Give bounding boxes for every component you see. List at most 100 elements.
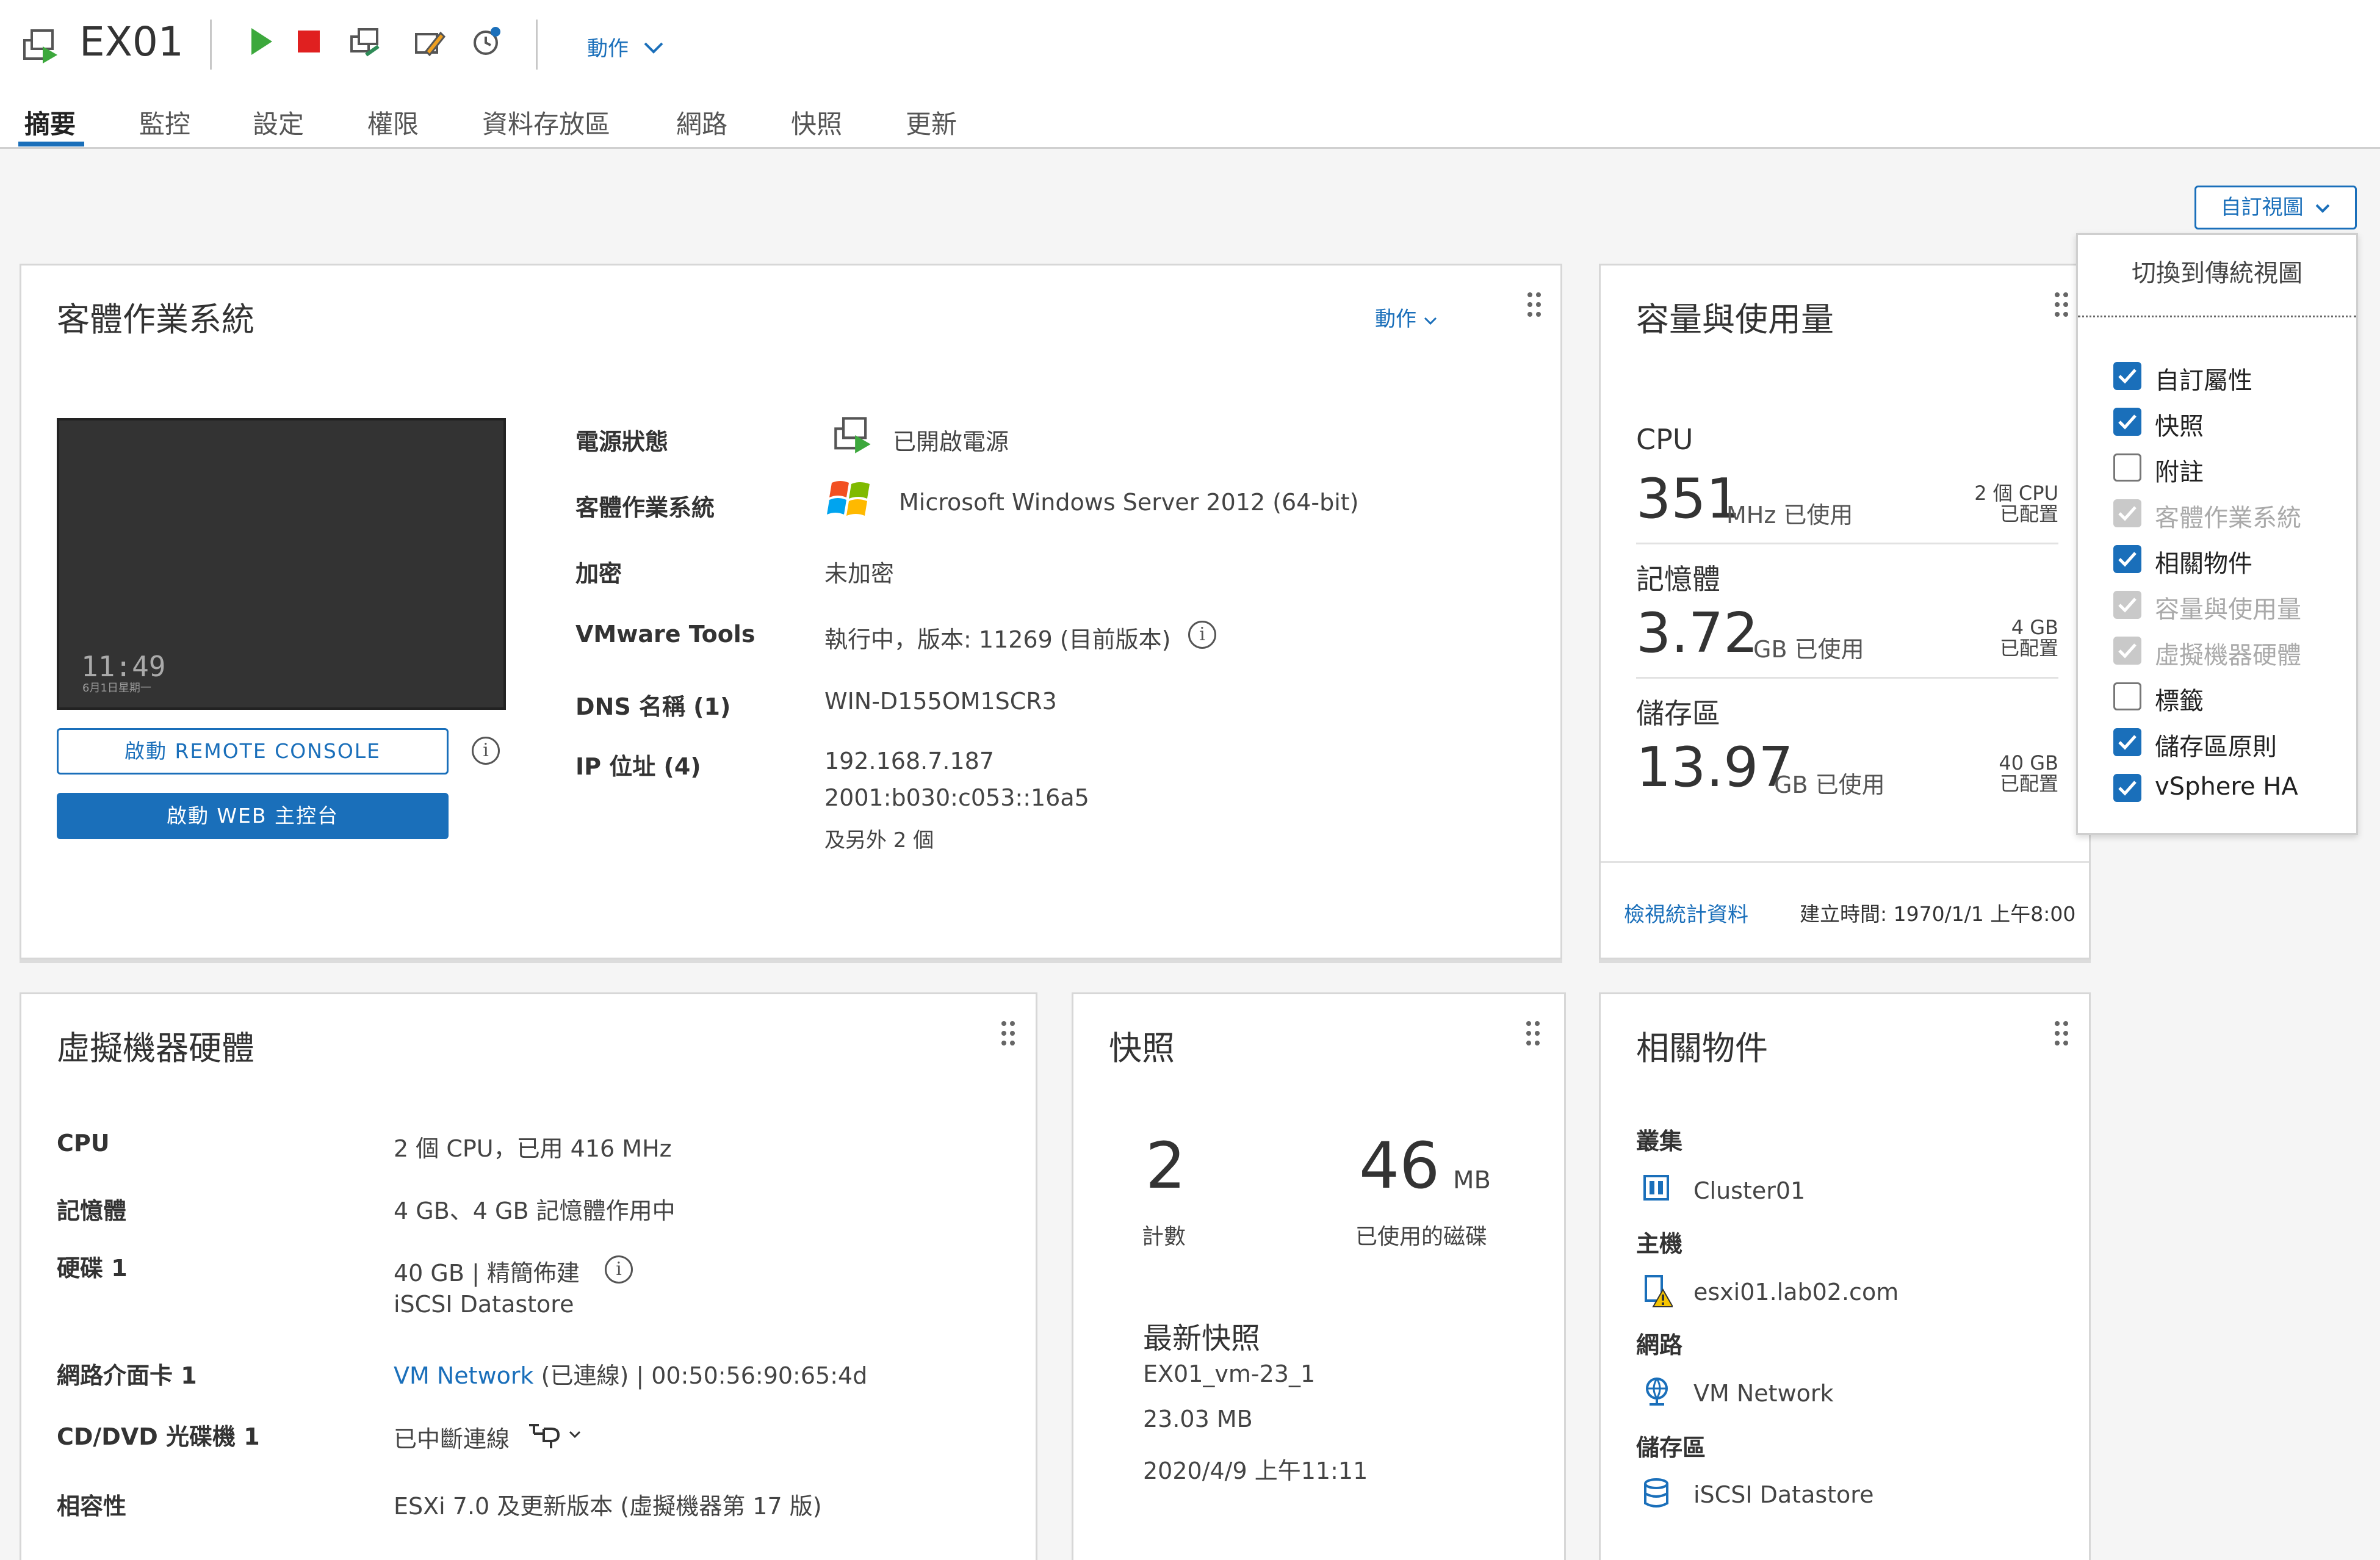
encryption-label: 加密: [575, 560, 622, 587]
divider: [1636, 677, 2058, 679]
vm-actions-label: 動作: [587, 37, 629, 61]
hw-cpu-label: CPU: [57, 1130, 110, 1157]
storage-label: 儲存區: [1636, 1434, 1706, 1461]
capacity-usage-card: 容量與使用量 CPU 351 MHz 已使用 2 個 CPU 已配置 記憶體 3…: [1599, 264, 2091, 959]
storage-usage-title: 儲存區: [1636, 697, 1720, 730]
snapshot-count-label: 計數: [1142, 1224, 1186, 1249]
ip-more-link[interactable]: 及另外 2 個: [824, 823, 934, 853]
checkbox-label-vsphere-ha: vSphere HA: [2155, 773, 2298, 801]
info-icon[interactable]: i: [472, 737, 500, 765]
hw-disk-value: 40 GB | 精簡佈建: [394, 1260, 580, 1287]
chevron-down-icon: [1424, 317, 1437, 325]
drag-handle-icon[interactable]: [1525, 1019, 1543, 1049]
cluster-link[interactable]: Cluster01: [1693, 1177, 1805, 1204]
edit-settings-icon[interactable]: [413, 24, 447, 59]
launch-web-console-button[interactable]: 啟動 WEB 主控台: [57, 793, 449, 839]
windows-logo-icon: [827, 481, 870, 516]
vmware-tools-label: VMware Tools: [575, 621, 755, 648]
card-title: 快照: [1109, 1029, 1175, 1067]
vm-name-title: EX01: [79, 18, 184, 65]
custom-view-label: 自訂視圖: [2220, 195, 2304, 220]
vmware-tools-value: 執行中，版本: 11269 (目前版本): [824, 626, 1171, 653]
created-time: 建立時間: 1970/1/1 上午8:00: [1800, 902, 2076, 926]
view-stats-link[interactable]: 檢視統計資料: [1624, 898, 1748, 928]
drag-handle-icon[interactable]: [1526, 290, 1545, 320]
hw-memory-value: 4 GB、4 GB 記憶體作用中: [394, 1197, 676, 1224]
memory-usage-title: 記憶體: [1636, 563, 1720, 596]
memory-allocated-amount: 4 GB: [2011, 616, 2058, 639]
checkbox-custom-attributes[interactable]: [2113, 362, 2141, 390]
snapshot-disk-unit: MB: [1453, 1166, 1491, 1194]
info-icon[interactable]: i: [1188, 621, 1216, 649]
memory-usage-value: 3.72: [1636, 601, 1759, 665]
storage-link[interactable]: iSCSI Datastore: [1693, 1481, 1873, 1508]
checkbox-label-related-objects: 相關物件: [2155, 550, 2252, 578]
info-icon[interactable]: i: [605, 1255, 633, 1284]
cpu-allocated-amount: 2 個 CPU: [1974, 482, 2058, 505]
memory-allocated: 4 GB 已配置: [1942, 617, 2058, 659]
tab-updates[interactable]: 更新: [906, 104, 957, 141]
checkbox-tags[interactable]: [2113, 682, 2141, 710]
drag-handle-icon[interactable]: [2054, 290, 2072, 320]
vm-actions-menu[interactable]: 動作: [587, 32, 665, 62]
snapshot-disk-label: 已使用的磁碟: [1355, 1224, 1488, 1249]
card-title: 客體作業系統: [57, 300, 254, 339]
cpu-usage-value: 351: [1636, 467, 1741, 531]
tab-monitor[interactable]: 監控: [139, 104, 190, 141]
cpu-allocated: 2 個 CPU 已配置: [1942, 483, 2058, 524]
ip-address-value: 192.168.7.187: [824, 748, 995, 775]
host-warning-icon: [1645, 1275, 1673, 1307]
hw-cdrom-value: 已中斷連線: [394, 1426, 510, 1453]
network-link[interactable]: VM Network: [1693, 1380, 1834, 1407]
snapshot-icon[interactable]: [469, 24, 503, 59]
tab-networks[interactable]: 網路: [676, 104, 727, 141]
checkbox-vsphere-ha[interactable]: [2113, 774, 2141, 802]
storage-allocated-amount: 40 GB: [1999, 751, 2058, 775]
power-off-icon[interactable]: [292, 24, 326, 59]
hw-disk-datastore-link[interactable]: iSCSI Datastore: [394, 1291, 574, 1318]
custom-view-button[interactable]: 自訂視圖: [2194, 186, 2357, 229]
hw-nic-row: VM Network (已連線) | 00:50:56:90:65:4d: [394, 1357, 867, 1390]
console-thumbnail[interactable]: 11:49 6月1日星期一: [57, 418, 506, 710]
checkmark-icon: [2118, 781, 2137, 796]
drag-handle-icon[interactable]: [2054, 1019, 2072, 1049]
tab-configure[interactable]: 設定: [253, 104, 304, 141]
cdrom-connect-dropdown[interactable]: [525, 1419, 586, 1451]
tab-permissions[interactable]: 權限: [367, 104, 419, 141]
console-clock: 11:49: [81, 650, 166, 683]
network-icon: [1646, 1378, 1668, 1406]
hw-cdrom-label: CD/DVD 光碟機 1: [57, 1423, 260, 1450]
vm-powered-on-icon: [834, 417, 871, 453]
power-state-value: 已開啟電源: [893, 428, 1009, 455]
hw-nic-network-link[interactable]: VM Network: [394, 1362, 534, 1389]
datastore-icon: [1644, 1478, 1668, 1508]
hw-compatibility-label: 相容性: [57, 1493, 127, 1520]
checkbox-notes[interactable]: [2113, 453, 2141, 482]
tab-summary[interactable]: 摘要: [24, 104, 76, 141]
checkmark-icon: [2118, 414, 2137, 430]
checkbox-related-objects[interactable]: [2113, 545, 2141, 573]
ip-address-label: IP 位址 (4): [575, 753, 701, 780]
active-tab-indicator: [18, 142, 84, 146]
memory-allocated-label: 已配置: [1999, 637, 2058, 660]
disconnected-plug-icon: [529, 1424, 560, 1448]
migrate-icon[interactable]: [348, 24, 382, 59]
ip-address-value-2: 2001:b030:c053::16a5: [824, 784, 1089, 811]
host-link[interactable]: esxi01.lab02.com: [1693, 1279, 1899, 1305]
checkbox-storage-policies[interactable]: [2113, 728, 2141, 756]
vm-powered-on-icon: [23, 29, 57, 63]
checkbox-capacity-usage: [2113, 591, 2141, 619]
power-state-label: 電源狀態: [575, 428, 669, 455]
tab-datastores[interactable]: 資料存放區: [482, 104, 610, 141]
related-objects-card: 相關物件 叢集 Cluster01 主機 esxi01.lab02.com 網路…: [1599, 992, 2091, 1560]
drag-handle-icon[interactable]: [1000, 1019, 1019, 1049]
latest-snapshot-title: 最新快照: [1143, 1321, 1261, 1356]
guest-os-card: 客體作業系統 動作 11:49 6月1日星期一 啟動 REMOTE CONSOL…: [20, 264, 1562, 959]
switch-to-classic-view[interactable]: 切換到傳統視圖: [2078, 253, 2356, 289]
guest-os-actions-menu[interactable]: 動作: [1375, 302, 1438, 332]
latest-snapshot-size: 23.03 MB: [1143, 1406, 1253, 1432]
launch-remote-console-button[interactable]: 啟動 REMOTE CONSOLE: [57, 728, 449, 775]
tab-snapshots[interactable]: 快照: [791, 104, 842, 141]
checkbox-snapshots[interactable]: [2113, 408, 2141, 436]
power-on-icon[interactable]: [244, 24, 278, 59]
